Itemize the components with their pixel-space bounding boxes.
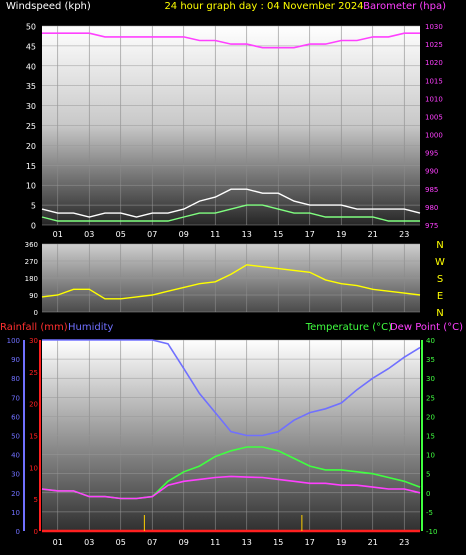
rainfall-tick-label: 25 [29, 369, 38, 377]
compass-label: N [436, 308, 443, 319]
temperature-tick-label: 40 [426, 337, 435, 345]
direction-tick-label: 0 [34, 309, 38, 317]
temperature-tick-label: 15 [426, 433, 435, 441]
barometer-tick-label: 1030 [425, 23, 443, 31]
barometer-tick-label: 1020 [425, 59, 443, 67]
wind-x-tick-label: 19 [336, 230, 346, 239]
barometer-tick-label: 1000 [425, 132, 443, 140]
temp-x-tick-label: 03 [84, 538, 94, 547]
barometer-tick-label: 985 [425, 186, 438, 194]
temp-x-tick-label: 01 [53, 538, 63, 547]
temp-x-tick-label: 19 [336, 538, 346, 547]
compass-label: W [435, 257, 445, 268]
humidity-label: Humidity [68, 322, 113, 333]
wind-x-tick-label: 01 [53, 230, 63, 239]
rainfall-label: Rainfall (mm) [0, 322, 68, 333]
wind-tick-label: 0 [31, 222, 36, 231]
temp-x-tick-label: 13 [242, 538, 252, 547]
direction-tick-label: 180 [25, 275, 38, 283]
wind-tick-label: 40 [26, 62, 36, 71]
humidity-tick-label: 100 [7, 337, 20, 345]
humidity-tick-label: 70 [11, 394, 20, 402]
header-left-label: Windspeed (kph) [6, 1, 91, 12]
header-center-label: 24 hour graph day : 04 November 2024 [164, 1, 363, 12]
temperature-label: Temperature (°C) [305, 322, 392, 333]
humidity-tick-label: 90 [11, 356, 20, 364]
temperature-tick-label: 25 [426, 394, 435, 402]
temp-x-tick-label: 15 [273, 538, 283, 547]
wind-tick-label: 20 [26, 142, 36, 151]
barometer-tick-label: 995 [425, 150, 438, 158]
barometer-tick-label: 1005 [425, 113, 443, 121]
temp-x-tick-label: 09 [179, 538, 189, 547]
humidity-tick-label: 80 [11, 375, 20, 383]
rainfall-tick-label: 20 [29, 401, 38, 409]
direction-tick-label: 270 [25, 258, 38, 266]
temperature-tick-label: 5 [426, 471, 430, 479]
humidity-tick-label: 10 [11, 509, 20, 517]
compass-label: E [437, 291, 443, 302]
barometer-tick-label: 1015 [425, 77, 443, 85]
humidity-tick-label: 30 [11, 471, 20, 479]
wind-tick-label: 5 [31, 202, 36, 211]
temp-x-tick-label: 17 [305, 538, 315, 547]
humidity-tick-label: 0 [16, 528, 20, 536]
barometer-tick-label: 1025 [425, 41, 443, 49]
humidity-tick-label: 50 [11, 433, 20, 441]
temp-x-tick-label: 05 [116, 538, 126, 547]
compass-label: N [436, 240, 443, 251]
wind-tick-label: 50 [26, 23, 36, 32]
barometer-tick-label: 1010 [425, 95, 443, 103]
wind-x-tick-label: 03 [84, 230, 94, 239]
rainfall-tick-label: 15 [29, 433, 38, 441]
wind-x-tick-label: 11 [210, 230, 220, 239]
direction-tick-label: 90 [29, 292, 38, 300]
barometer-tick-label: 990 [425, 168, 438, 176]
barometer-tick-label: 975 [425, 222, 438, 230]
wind-tick-label: 45 [26, 42, 36, 51]
wind-x-tick-label: 17 [305, 230, 315, 239]
weather-graph: Windspeed (kph) 24 hour graph day : 04 N… [0, 1, 463, 547]
temperature-tick-label: 10 [426, 452, 435, 460]
wind-tick-label: 15 [26, 162, 36, 171]
wind-x-tick-label: 07 [147, 230, 157, 239]
temp-x-tick-label: 21 [368, 538, 378, 547]
temperature-tick-label: -5 [426, 509, 433, 517]
wind-x-tick-label: 23 [399, 230, 409, 239]
barometer-tick-label: 980 [425, 204, 438, 212]
temp-x-tick-label: 07 [147, 538, 157, 547]
wind-tick-label: 25 [26, 122, 36, 131]
wind-x-tick-label: 13 [242, 230, 252, 239]
rainfall-tick-label: 0 [34, 528, 38, 536]
wind-x-tick-label: 21 [368, 230, 378, 239]
humidity-tick-label: 40 [11, 452, 20, 460]
dewpoint-label: Dew Point (°C) [390, 322, 463, 333]
temperature-tick-label: 30 [426, 375, 435, 383]
wind-x-tick-label: 15 [273, 230, 283, 239]
rainfall-tick-label: 30 [29, 337, 38, 345]
rainfall-tick-label: 5 [34, 496, 38, 504]
header-right-label: Barometer (hpa) [363, 1, 446, 12]
compass-label: S [437, 274, 443, 285]
temperature-tick-label: -10 [426, 528, 437, 536]
temp-x-tick-label: 11 [210, 538, 220, 547]
wind-x-tick-label: 05 [116, 230, 126, 239]
wind-tick-label: 30 [26, 102, 36, 111]
temp-x-tick-label: 23 [399, 538, 409, 547]
wind-x-tick-label: 09 [179, 230, 189, 239]
temperature-tick-label: 0 [426, 490, 430, 498]
humidity-tick-label: 60 [11, 413, 20, 421]
humidity-tick-label: 20 [11, 490, 20, 498]
rainfall-tick-label: 10 [29, 464, 38, 472]
wind-tick-label: 10 [26, 182, 36, 191]
direction-tick-label: 360 [25, 241, 38, 249]
temperature-tick-label: 20 [426, 413, 435, 421]
wind-tick-label: 35 [26, 82, 36, 91]
temperature-tick-label: 35 [426, 356, 435, 364]
